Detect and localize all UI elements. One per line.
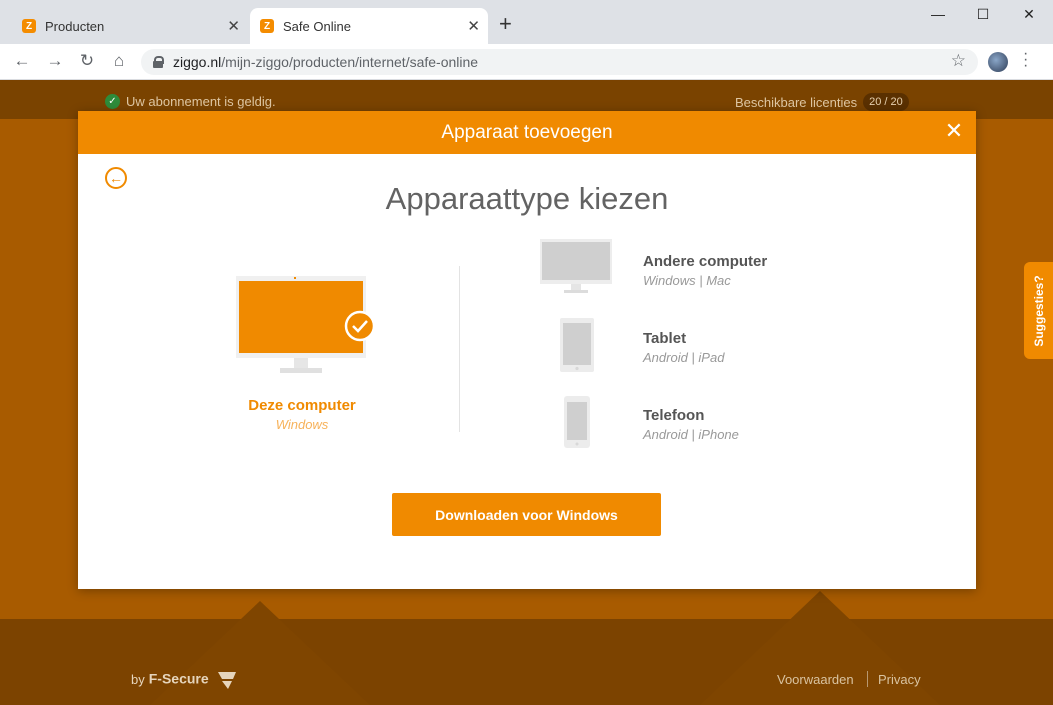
option-other-computer-os: Windows | Mac: [643, 273, 731, 288]
ziggo-icon: Z: [260, 19, 274, 33]
modal-title: Apparaat toevoegen: [441, 122, 613, 143]
ziggo-icon: Z: [22, 19, 36, 33]
suggestions-tab[interactable]: Suggesties?: [1024, 262, 1053, 359]
minimize-button[interactable]: —: [915, 6, 961, 22]
fsecure-logo: by F-Secure: [131, 669, 238, 691]
selected-device-os: Windows: [275, 417, 329, 432]
download-windows-button[interactable]: Downloaden voor Windows: [392, 493, 661, 536]
browser-menu-icon[interactable]: · · ·: [1023, 46, 1028, 74]
divider: [459, 266, 460, 432]
forward-icon[interactable]: →: [44, 51, 66, 71]
tab-title: Safe Online: [283, 18, 351, 34]
home-icon[interactable]: ⌂: [108, 51, 130, 71]
available-licenses: Beschikbare licenties 20 / 20: [735, 93, 909, 111]
license-count-badge: 20 / 20: [863, 93, 909, 111]
terms-link[interactable]: Voorwaarden: [777, 672, 854, 687]
subscription-status: ✓ Uw abonnement is geldig.: [105, 94, 276, 109]
url-path: /mijn-ziggo/producten/internet/safe-onli…: [221, 54, 479, 70]
bookmark-star-icon[interactable]: ☆: [951, 51, 966, 71]
option-phone[interactable]: Telefoon: [643, 407, 704, 424]
page-title: Apparaattype kiezen: [385, 181, 669, 216]
privacy-link[interactable]: Privacy: [878, 672, 921, 687]
maximize-button[interactable]: ☐: [960, 6, 1006, 23]
tab-title: Producten: [45, 18, 105, 34]
check-circle-icon: ✓: [105, 94, 120, 109]
tab-producten[interactable]: Z Producten ✕: [14, 8, 248, 44]
address-bar[interactable]: ziggo.nl /mijn-ziggo/producten/internet/…: [141, 49, 978, 75]
fsecure-shield-icon: [217, 672, 236, 689]
close-tab-icon[interactable]: ✕: [227, 17, 240, 35]
tablet-icon[interactable]: [560, 318, 594, 372]
desktop-icon[interactable]: [540, 239, 614, 295]
close-icon[interactable]: ✕: [942, 118, 966, 144]
option-tablet[interactable]: Tablet: [643, 330, 686, 347]
option-tablet-os: Android | iPad: [643, 350, 725, 365]
browser-tabbar: Z Producten ✕ Z Safe Online ✕ + — ☐ ✕: [0, 0, 1053, 44]
phone-icon[interactable]: [564, 396, 590, 448]
tab-safe-online[interactable]: Z Safe Online ✕: [250, 8, 488, 44]
lock-icon: [153, 56, 164, 68]
option-phone-os: Android | iPhone: [643, 427, 739, 442]
selected-device-label[interactable]: Deze computer: [198, 397, 406, 414]
close-window-button[interactable]: ✕: [1006, 6, 1052, 23]
browser-toolbar: ← → ↻ ⌂ ziggo.nl /mijn-ziggo/producten/i…: [0, 44, 1053, 80]
back-icon[interactable]: ←: [11, 51, 33, 71]
add-device-modal: Apparaat toevoegen ✕ ← Apparaattype kiez…: [78, 111, 976, 589]
option-other-computer[interactable]: Andere computer: [643, 253, 767, 270]
selected-computer-icon[interactable]: [236, 276, 378, 376]
close-tab-icon[interactable]: ✕: [467, 17, 480, 35]
reload-icon[interactable]: ↻: [76, 51, 98, 71]
avatar[interactable]: [988, 52, 1008, 72]
url-host: ziggo.nl: [173, 54, 222, 70]
new-tab-button[interactable]: +: [499, 13, 512, 35]
